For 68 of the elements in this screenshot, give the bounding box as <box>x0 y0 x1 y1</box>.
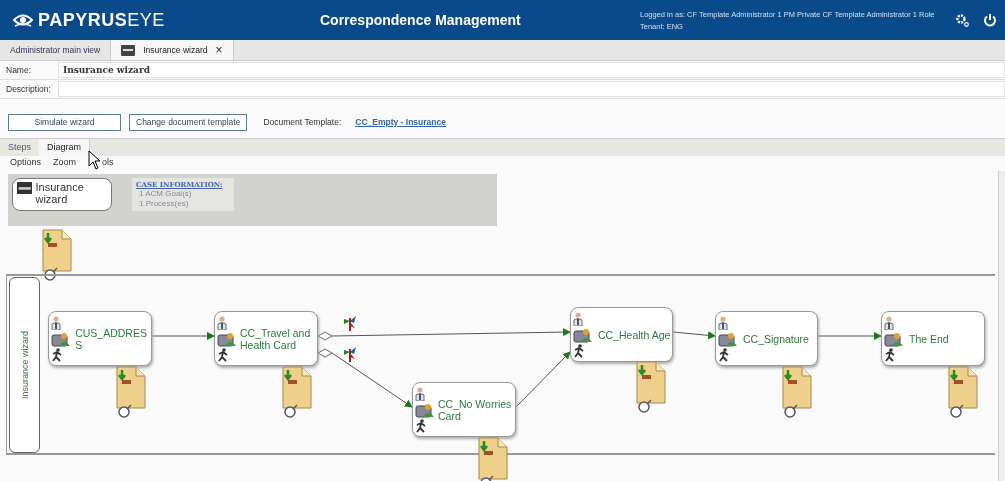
template-label: Document Template: <box>263 117 342 127</box>
document-icon[interactable] <box>478 437 508 481</box>
step-label: CC_No Worries Card <box>437 397 513 422</box>
scrollbar[interactable] <box>998 171 1005 481</box>
menu-item[interactable]: Options <box>10 157 42 170</box>
document-icon[interactable] <box>782 366 812 418</box>
step-node[interactable]: The End <box>881 311 985 366</box>
person-icon <box>217 315 227 330</box>
connector-arrow[interactable] <box>151 332 215 340</box>
step-node[interactable]: CC_Health Age <box>570 307 673 362</box>
mouse-cursor-icon <box>88 150 102 170</box>
connector-arrow[interactable] <box>817 332 882 340</box>
window-icon <box>17 181 33 195</box>
tab[interactable]: Insurance wizard × <box>110 40 234 60</box>
settings-icon[interactable] <box>955 13 969 27</box>
step-label: CC_Travel and Health Card <box>239 326 312 351</box>
connector-arrow[interactable] <box>515 351 571 408</box>
name-field[interactable]: Insurance wizard <box>58 62 1005 78</box>
menu-item[interactable]: ols <box>102 157 114 170</box>
person-icon <box>718 315 728 330</box>
tab[interactable]: Administrator main view <box>0 40 111 60</box>
step-node[interactable]: CC_No Worries Card <box>412 382 516 437</box>
field-label: Description: <box>6 84 52 94</box>
step-label: The End <box>908 332 949 345</box>
power-icon[interactable] <box>983 13 997 27</box>
wizard-node[interactable]: Insurance wizard <box>12 178 112 211</box>
person-icon <box>884 315 894 330</box>
action-button[interactable]: Simulate wizard <box>8 113 121 131</box>
flag-icon <box>344 316 356 332</box>
lane-label: Insurance wizard <box>19 330 30 399</box>
document-icon[interactable] <box>116 366 146 418</box>
step-node[interactable]: CUS_ADDRESS <box>48 311 152 366</box>
step-label: CC_Signature <box>742 332 809 345</box>
case-info-line: 1 ACM Goal(s) <box>138 189 193 199</box>
flag-icon <box>344 347 356 363</box>
runner-icon <box>217 347 229 362</box>
view-tab[interactable]: Steps <box>0 139 39 156</box>
runner-icon <box>51 347 63 362</box>
close-icon[interactable]: × <box>215 43 223 57</box>
step-node[interactable]: CC_Signature <box>715 311 818 366</box>
step-label: CC_Health Age <box>597 328 671 341</box>
connector-arrow[interactable] <box>672 331 716 340</box>
runner-icon <box>573 343 585 358</box>
document-icon[interactable] <box>42 229 72 281</box>
step-label: CUS_ADDRESS <box>74 326 148 351</box>
case-info-line: 1 Process(es) <box>138 199 190 209</box>
runner-icon <box>718 347 730 362</box>
menu-item[interactable]: Zoom <box>53 157 77 170</box>
window-icon <box>121 44 136 56</box>
person-icon <box>573 311 583 326</box>
description-field[interactable] <box>58 81 1005 97</box>
conditional-connector[interactable] <box>317 328 571 341</box>
runner-icon <box>415 418 427 433</box>
person-icon <box>51 315 61 330</box>
action-button[interactable]: Change document template <box>129 113 248 131</box>
step-node[interactable]: CC_Travel and Health Card <box>214 311 318 366</box>
document-icon[interactable] <box>282 366 312 418</box>
document-icon[interactable] <box>636 361 666 413</box>
runner-icon <box>884 347 896 362</box>
view-tab[interactable]: Diagram <box>39 139 91 156</box>
conditional-connector[interactable] <box>317 348 413 408</box>
field-label: Name: <box>6 65 33 75</box>
node-label: Insurance wizard <box>35 181 85 205</box>
person-icon <box>415 386 425 401</box>
app-logo: PAPYRUSEYE <box>38 9 165 31</box>
template-link[interactable]: CC_Empty - Insurance <box>355 117 446 127</box>
document-icon[interactable] <box>948 366 978 418</box>
app-title: Correspondence Management <box>320 12 522 28</box>
